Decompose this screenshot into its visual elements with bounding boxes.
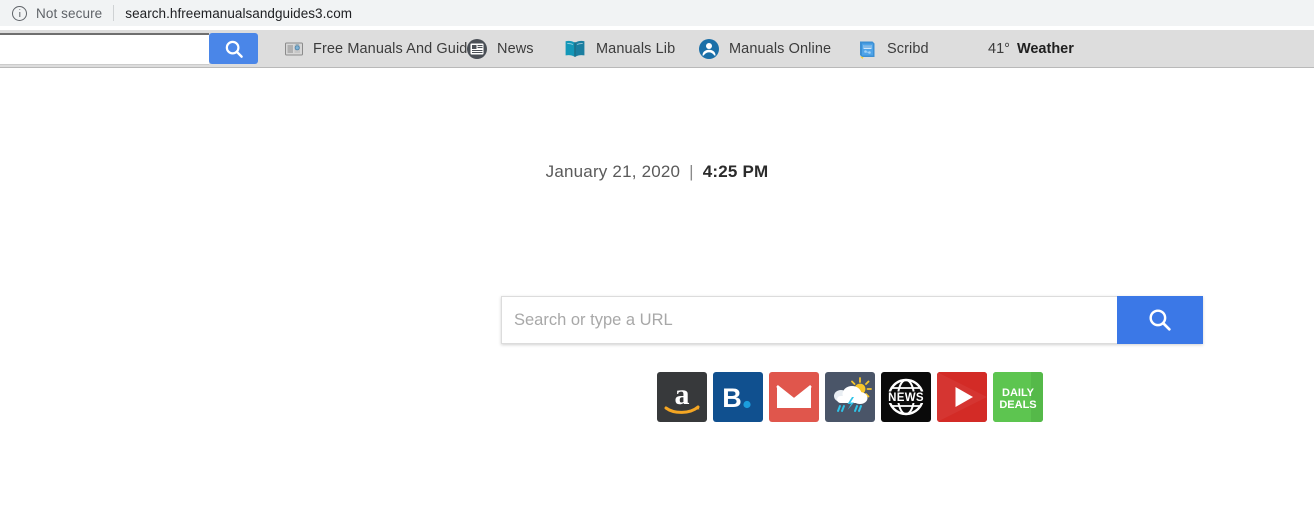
- toolbar-item-manuals-lib[interactable]: Manuals Lib: [563, 30, 675, 68]
- toolbar-item-news[interactable]: News: [466, 30, 534, 68]
- weather-label: Weather: [1016, 41, 1074, 57]
- gmail-envelope-icon: [776, 384, 812, 408]
- toolbar-item-manuals-online[interactable]: Manuals Online: [698, 30, 831, 68]
- toolbar-weather-widget[interactable]: 41° Weather: [988, 30, 1074, 68]
- extension-toolbar: Free Manuals And Guides News Manuals Lib: [0, 30, 1314, 68]
- svg-text:NEWS: NEWS: [888, 392, 924, 404]
- current-time: 4:25 PM: [702, 162, 769, 181]
- browser-omnibox-bar: Not secure search.hfreemanualsandguides3…: [0, 0, 1314, 26]
- toolbar-item-label: Free Manuals And Guides: [313, 41, 483, 57]
- shortcut-tile-gmail[interactable]: [769, 372, 819, 422]
- toolbar-search-group: [0, 33, 258, 65]
- booking-icon: B: [713, 372, 763, 422]
- svg-text:B: B: [722, 383, 742, 413]
- weather-temperature: 41°: [988, 41, 1010, 57]
- youtube-play-icon: [937, 372, 987, 422]
- main-search-input[interactable]: [501, 296, 1117, 344]
- shortcut-tile-weather[interactable]: [825, 372, 875, 422]
- amazon-icon: a: [664, 378, 700, 414]
- shortcut-tile-amazon[interactable]: a: [657, 372, 707, 422]
- manuals-guides-icon: [285, 42, 303, 56]
- svg-text:a: a: [675, 378, 690, 411]
- address-bar-url[interactable]: search.hfreemanualsandguides3.com: [125, 6, 352, 21]
- main-search-button[interactable]: [1117, 296, 1203, 344]
- toolbar-item-label: News: [497, 41, 534, 57]
- omnibox-divider: [113, 5, 115, 21]
- news-circle-icon: [467, 39, 487, 59]
- main-search-box: [501, 296, 1203, 344]
- weather-cloud-sun-icon: [834, 377, 872, 412]
- current-date: January 21, 2020: [545, 162, 681, 181]
- datetime-display: January 21, 2020 | 4:25 PM: [0, 162, 1314, 182]
- toolbar-item-label: Scribd: [887, 41, 929, 57]
- svg-text:DEALS: DEALS: [999, 399, 1036, 411]
- shortcut-tile-booking[interactable]: B: [713, 372, 763, 422]
- toolbar-item-free-manuals-and-guides[interactable]: Free Manuals And Guides: [284, 30, 483, 68]
- shortcut-tile-youtube[interactable]: [937, 372, 987, 422]
- datetime-separator: |: [689, 162, 694, 181]
- omnibox-content[interactable]: Not secure search.hfreemanualsandguides3…: [0, 0, 352, 26]
- security-status-label: Not secure: [36, 5, 103, 21]
- shortcut-tile-news[interactable]: NEWS: [881, 372, 931, 422]
- toolbar-item-scribd[interactable]: Scribd: [856, 30, 929, 68]
- shortcut-tiles: a B NEWS DAILY DEALS: [657, 372, 1043, 422]
- shortcut-tile-daily-deals[interactable]: DAILY DEALS: [993, 372, 1043, 422]
- search-icon: [225, 40, 243, 58]
- search-icon: [1149, 309, 1171, 331]
- toolbar-search-input[interactable]: [0, 33, 209, 65]
- info-circle-icon[interactable]: [12, 5, 27, 21]
- daily-deals-icon: DAILY DEALS: [993, 372, 1043, 422]
- scribd-book-icon: [860, 41, 875, 59]
- toolbar-item-label: Manuals Lib: [596, 41, 676, 57]
- open-book-icon: [565, 40, 585, 57]
- person-reading-icon: [699, 39, 719, 59]
- svg-text:DAILY: DAILY: [1002, 387, 1035, 399]
- toolbar-search-button[interactable]: [209, 33, 258, 64]
- news-globe-icon: NEWS: [886, 378, 926, 416]
- toolbar-item-label: Manuals Online: [729, 41, 832, 57]
